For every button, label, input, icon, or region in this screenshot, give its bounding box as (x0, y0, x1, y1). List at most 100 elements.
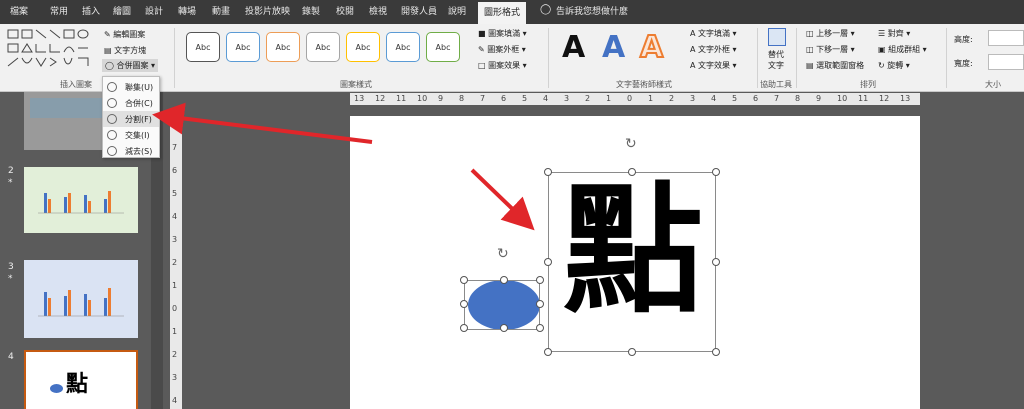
resize-handle[interactable] (544, 258, 552, 266)
menu-item-subtract[interactable]: 減去(S) (103, 143, 159, 159)
accessibility-group-label: 協助工具 (760, 80, 792, 89)
tab-developer[interactable]: 開發人員 (401, 4, 437, 17)
shape-styles-group-label: 圖案樣式 (340, 80, 372, 89)
shape-style-2[interactable]: Abc (226, 32, 260, 62)
alt-text-line2[interactable]: 文字 (768, 60, 784, 71)
rotate-handle-icon[interactable]: ↻ (497, 246, 509, 262)
resize-handle[interactable] (500, 324, 508, 332)
shape-style-4[interactable]: Abc (306, 32, 340, 62)
resize-handle[interactable] (536, 300, 544, 308)
ruler-number: 12 (879, 94, 890, 103)
wordart-group-label: 文字藝術師樣式 (616, 80, 672, 89)
tab-design[interactable]: 設計 (145, 4, 163, 17)
height-input[interactable] (988, 30, 1024, 46)
vertical-ruler: 8 7 6 5 4 3 2 1 0 1 2 3 4 (170, 110, 182, 409)
ruler-number: 7 (480, 94, 486, 103)
ruler-number: 10 (837, 94, 848, 103)
ruler-number: 4 (172, 212, 178, 221)
resize-handle[interactable] (628, 168, 636, 176)
resize-handle[interactable] (460, 324, 468, 332)
width-input[interactable] (988, 54, 1024, 70)
text-outline-button[interactable]: A 文字外框 ▾ (690, 44, 737, 55)
ruler-number: 0 (627, 94, 633, 103)
wordart-style-1[interactable]: A (562, 30, 585, 65)
selection-pane-button[interactable]: ▤ 選取範圍窗格 (806, 60, 864, 71)
wordart-style-2[interactable]: A (602, 30, 625, 65)
align-button[interactable]: ☰ 對齊 ▾ (878, 28, 910, 39)
shape-style-6[interactable]: Abc (386, 32, 420, 62)
resize-handle[interactable] (536, 324, 544, 332)
union-icon (107, 82, 117, 92)
tab-animations[interactable]: 動畫 (212, 4, 230, 17)
tab-home[interactable]: 常用 (50, 4, 68, 17)
slide-thumbnail-4[interactable]: 點 (24, 350, 138, 409)
merge-shapes-button[interactable]: ◯ 合併圖案 ▾ (102, 59, 159, 72)
tab-help[interactable]: 說明 (448, 4, 466, 17)
shape-outline-button[interactable]: ✎ 圖案外框 ▾ (478, 44, 526, 55)
tab-view[interactable]: 檢視 (369, 4, 387, 17)
shape-fill-button[interactable]: ■ 圖案填滿 ▾ (478, 28, 527, 39)
bar-chart-thumbnail (38, 191, 124, 214)
shapes-gallery[interactable] (6, 28, 98, 74)
shape-style-5[interactable]: Abc (346, 32, 380, 62)
shape-style-3[interactable]: Abc (266, 32, 300, 62)
ruler-number: 1 (172, 281, 178, 290)
menu-item-fragment[interactable]: 分割(F) (103, 111, 159, 127)
ruler-number: 6 (753, 94, 759, 103)
slide-thumbnail-2[interactable] (24, 167, 138, 233)
tab-slideshow[interactable]: 投影片放映 (245, 4, 290, 17)
tab-record[interactable]: 錄製 (302, 4, 320, 17)
ruler-number: 13 (354, 94, 365, 103)
resize-handle[interactable] (544, 168, 552, 176)
divider (548, 28, 549, 88)
bring-forward-button[interactable]: ◫ 上移一層 ▾ (806, 28, 855, 39)
tab-transitions[interactable]: 轉場 (178, 4, 196, 17)
edit-shape-button[interactable]: ✎ 編輯圖案 (104, 29, 145, 40)
shape-effects-button[interactable]: □ 圖案效果 ▾ (478, 60, 527, 71)
tab-shape-format[interactable]: 圖形格式 (478, 2, 527, 24)
menu-item-combine[interactable]: 合併(C) (103, 95, 159, 111)
alt-text-line1[interactable]: 替代 (768, 49, 784, 60)
text-fill-button[interactable]: A 文字填滿 ▾ (690, 28, 737, 39)
resize-handle[interactable] (460, 300, 468, 308)
shape-style-7[interactable]: Abc (426, 32, 460, 62)
text-box-selection[interactable]: 點 (548, 170, 716, 352)
group-button[interactable]: ▣ 組成群組 ▾ (878, 44, 927, 55)
resize-handle[interactable] (536, 276, 544, 284)
wordart-style-3[interactable]: A (639, 29, 664, 66)
height-label: 高度: (954, 35, 973, 44)
ruler-number: 3 (564, 94, 570, 103)
ruler-number: 8 (459, 94, 465, 103)
text-box-button[interactable]: ▤ 文字方塊 (104, 45, 146, 56)
slide-canvas[interactable]: 點 ↻ ↻ (350, 116, 920, 409)
resize-handle[interactable] (544, 348, 552, 356)
tab-review[interactable]: 校閱 (336, 4, 354, 17)
send-backward-button[interactable]: ◫ 下移一層 ▾ (806, 44, 855, 55)
bar-chart-thumbnail (38, 288, 124, 317)
text-effects-button[interactable]: A 文字效果 ▾ (690, 60, 737, 71)
ruler-number: 8 (795, 94, 801, 103)
menu-item-intersect[interactable]: 交集(I) (103, 127, 159, 143)
menu-item-union[interactable]: 聯集(U) (103, 79, 159, 95)
resize-handle[interactable] (712, 348, 720, 356)
ruler-number: 8 (172, 120, 178, 129)
ruler-number: 5 (522, 94, 528, 103)
resize-handle[interactable] (500, 276, 508, 284)
tab-file[interactable]: 檔案 (10, 4, 28, 17)
resize-handle[interactable] (628, 348, 636, 356)
shape-style-1[interactable]: Abc (186, 32, 220, 62)
rotate-handle-icon[interactable]: ↻ (625, 136, 637, 152)
merge-shapes-menu: 聯集(U) 合併(C) 分割(F) 交集(I) 減去(S) (102, 76, 160, 158)
resize-handle[interactable] (460, 276, 468, 284)
ruler-number: 5 (172, 189, 178, 198)
horizontal-ruler: 13 12 11 10 9 8 7 6 5 4 3 2 1 0 1 2 3 4 5 6 7 8 9 10 11 12 13 (350, 93, 920, 105)
resize-handle[interactable] (712, 168, 720, 176)
tab-insert[interactable]: 插入 (82, 4, 100, 17)
slide-thumbnail-3[interactable] (24, 260, 138, 338)
ruler-number: 11 (396, 94, 407, 103)
tell-me-search[interactable]: 告訴我您想做什麼 (556, 4, 628, 17)
ruler-number: 11 (858, 94, 869, 103)
rotate-button[interactable]: ↻ 旋轉 ▾ (878, 60, 910, 71)
tab-draw[interactable]: 繪圖 (113, 4, 131, 17)
resize-handle[interactable] (712, 258, 720, 266)
